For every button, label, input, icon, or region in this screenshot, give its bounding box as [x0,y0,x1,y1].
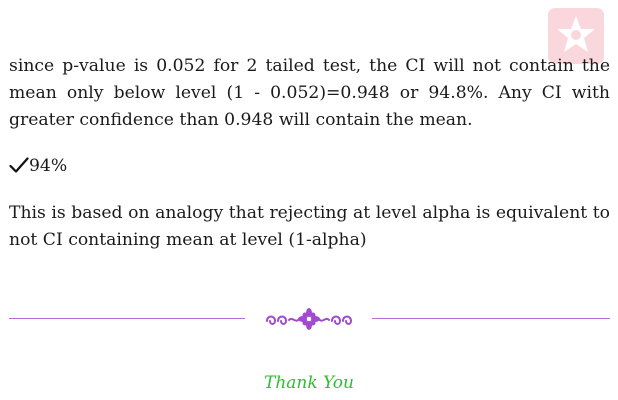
divider-line-right [372,318,610,320]
reasoning-paragraph: This is based on analogy that rejecting … [9,203,610,250]
answer-line: 94% [9,153,610,180]
divider-line-left [9,318,245,320]
floral-ornament-icon [266,308,353,330]
closing-text: Thank You [263,373,354,393]
explanation-paragraph: since p-value is 0.052 for 2 tailed test… [9,56,610,130]
checkmark-icon [9,157,29,173]
answer-value: 94% [29,156,68,176]
